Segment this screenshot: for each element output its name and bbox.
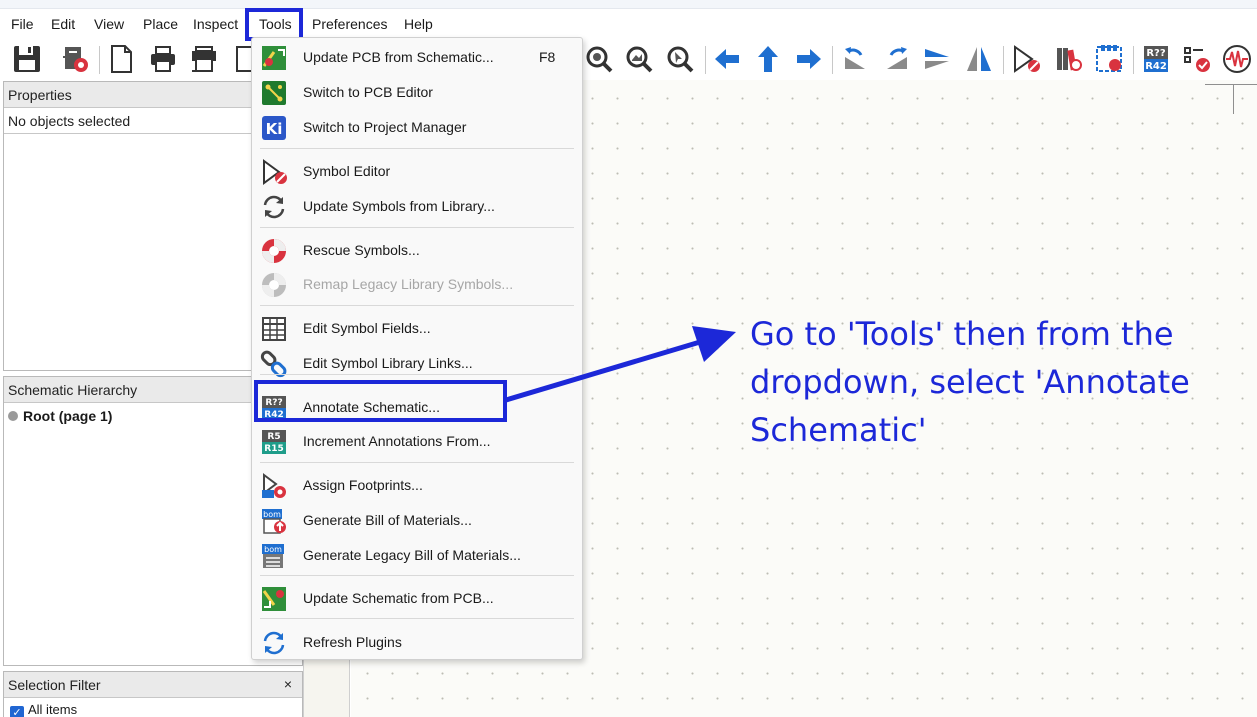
menu-place[interactable]: Place [143,16,178,32]
menu-item-switch-project-manager[interactable]: Ki Switch to Project Manager [252,111,582,143]
menu-item-switch-pcb-editor[interactable]: Switch to PCB Editor [252,76,582,108]
bom-icon-text: bom [263,510,281,519]
menu-edit[interactable]: Edit [51,16,75,32]
mirror-vertical-icon[interactable] [920,42,954,76]
menu-preferences[interactable]: Preferences [312,16,387,32]
navigate-up-icon[interactable] [751,42,785,76]
menu-item-label: Edit Symbol Library Links... [303,355,473,371]
shortcut-label: F8 [539,49,556,65]
schematic-setup-icon[interactable] [58,42,92,76]
selection-filter-title-text: Selection Filter [8,677,101,693]
mirror-horizontal-icon[interactable] [962,42,996,76]
print-icon[interactable] [146,42,180,76]
remap-icon [260,271,288,299]
menu-item-generate-legacy-bom[interactable]: bom Generate Legacy Bill of Materials... [252,539,582,571]
selection-filter-title: Selection Filter × [4,672,302,698]
menu-item-label: Generate Legacy Bill of Materials... [303,547,521,563]
main-toolbar: R?? R42 [0,40,1257,80]
refresh-icon [260,193,288,221]
erc-icon[interactable] [1180,42,1214,76]
kicad-project-icon: Ki [260,114,288,142]
zoom-fit-icon[interactable] [622,42,656,76]
cursor-crosshair-vertical [1233,84,1234,114]
symbol-library-browser-icon[interactable] [1051,42,1085,76]
menu-item-increment-annotations[interactable]: R5 R15 Increment Annotations From... [252,425,582,457]
menu-item-label: Assign Footprints... [303,477,423,493]
window-top-strip [0,0,1257,9]
menu-item-label: Symbol Editor [303,163,391,179]
annotate-icon-top-text: R?? [1146,48,1166,59]
menu-item-label: Remap Legacy Library Symbols... [303,276,514,292]
menu-item-update-symbols[interactable]: Update Symbols from Library... [252,190,582,222]
footprint-icon [260,472,288,500]
symbol-editor-icon [260,158,288,186]
plot-icon[interactable] [187,42,221,76]
menu-item-label: Update Schematic from PCB... [303,590,494,606]
increment-annotations-icon: R5 R15 [260,428,288,456]
menu-item-update-pcb[interactable]: Update PCB from Schematic... F8 [252,41,582,73]
instruction-arrow [505,326,736,403]
menu-item-label: Update PCB from Schematic... [303,49,494,65]
menu-item-symbol-editor[interactable]: Symbol Editor [252,155,582,187]
zoom-in-icon[interactable] [582,42,616,76]
increment-icon-bottom-text: R15 [264,444,283,454]
menu-view[interactable]: View [94,16,124,32]
increment-icon-top-text: R5 [267,432,280,442]
bullet-icon [8,411,18,421]
footprint-assign-icon[interactable] [1092,42,1126,76]
checkbox-checked-icon: ✓ [10,706,24,717]
menu-item-refresh-plugins[interactable]: Refresh Plugins [252,626,582,658]
rotate-cw-icon[interactable] [880,42,914,76]
all-items-label: All items [28,702,78,717]
table-icon [260,315,288,343]
navigate-forward-icon[interactable] [792,42,826,76]
menu-item-update-schematic-from-pcb[interactable]: Update Schematic from PCB... [252,582,582,614]
menubar: File Edit View Place Inspect Tools Prefe… [0,10,1257,38]
navigate-back-icon[interactable] [710,42,744,76]
menu-inspect[interactable]: Inspect [193,16,238,32]
menu-help[interactable]: Help [404,16,433,32]
update-pcb-icon [260,44,288,72]
rotate-ccw-icon[interactable] [838,42,872,76]
bom-legacy-icon-text: bom [264,545,282,554]
menu-item-label: Generate Bill of Materials... [303,512,472,528]
menu-item-label: Switch to Project Manager [303,119,467,135]
annotate-schematic-highlight-box [254,380,507,422]
menu-item-generate-bom[interactable]: bom Generate Bill of Materials... [252,504,582,536]
simulator-icon[interactable] [1220,42,1254,76]
kicad-icon-text: Ki [266,120,283,138]
symbol-editor-icon[interactable] [1009,42,1043,76]
instruction-callout: Go to 'Tools' then from the dropdown, se… [750,315,1190,449]
menu-file[interactable]: File [11,16,34,32]
menu-item-label: Refresh Plugins [303,634,402,650]
bom-icon: bom [260,507,288,535]
close-icon[interactable]: × [284,676,292,692]
zoom-selection-icon[interactable] [663,42,697,76]
refresh-icon [260,629,288,657]
bom-legacy-icon: bom [260,542,288,570]
menu-item-rescue-symbols[interactable]: Rescue Symbols... [252,234,582,266]
cursor-crosshair-horizontal [1205,84,1257,85]
menu-item-label: Edit Symbol Fields... [303,320,431,336]
page-settings-icon[interactable] [104,42,138,76]
menu-item-label: Switch to PCB Editor [303,84,433,100]
menu-item-assign-footprints[interactable]: Assign Footprints... [252,469,582,501]
menu-item-label: Increment Annotations From... [303,433,491,449]
update-schematic-icon [260,585,288,613]
save-icon[interactable] [10,42,44,76]
all-items-checkbox[interactable]: ✓ All items [4,698,302,717]
menu-item-label: Update Symbols from Library... [303,198,495,214]
menu-item-label: Rescue Symbols... [303,242,420,258]
pcb-editor-icon [260,79,288,107]
annotate-icon-bottom-text: R42 [1145,61,1167,72]
annotate-icon[interactable]: R?? R42 [1139,42,1173,76]
hierarchy-root-label: Root (page 1) [23,408,113,424]
rescue-icon [260,237,288,265]
menu-item-remap-legacy: Remap Legacy Library Symbols... [252,268,582,300]
selection-filter-panel: Selection Filter × ✓ All items [3,671,303,717]
